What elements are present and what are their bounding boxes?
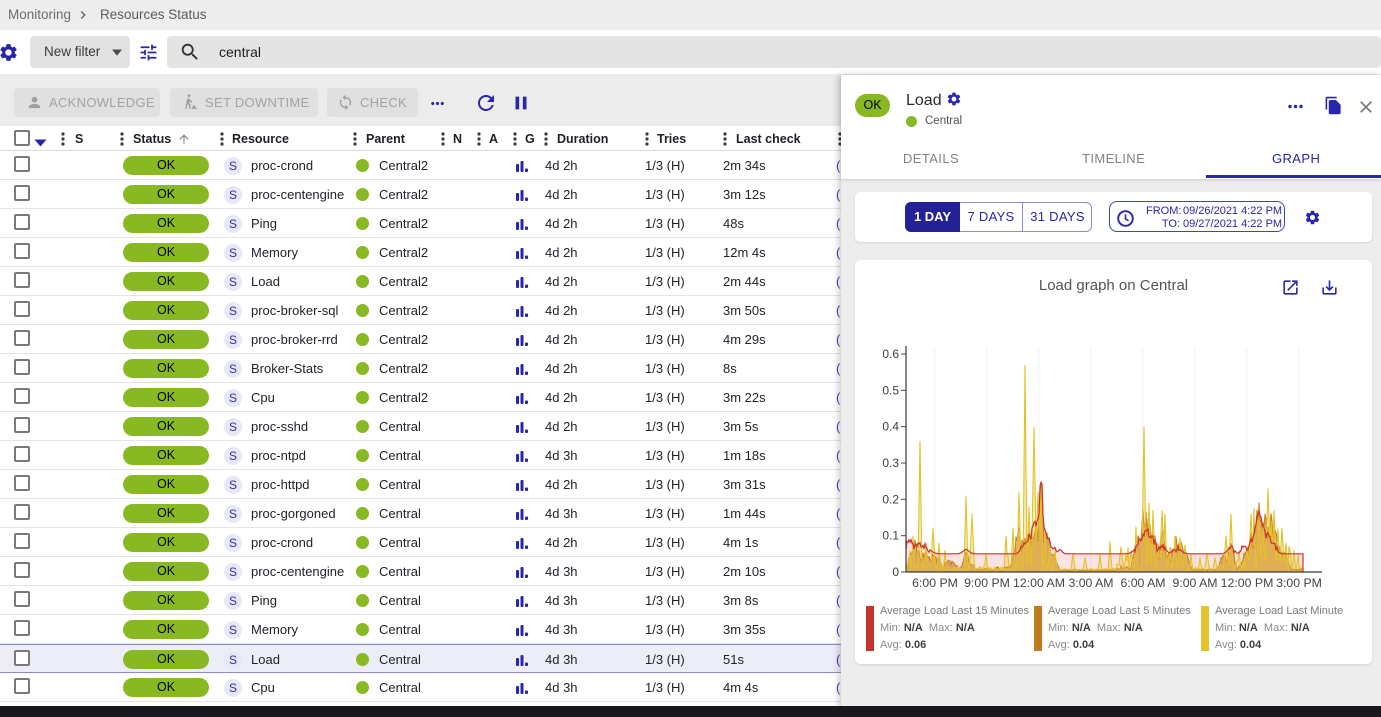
svg-text:3:00 AM: 3:00 AM: [1068, 576, 1113, 590]
svg-text:0.6: 0.6: [882, 347, 899, 361]
svg-text:0.1: 0.1: [882, 529, 899, 543]
svg-text:0.5: 0.5: [882, 383, 899, 397]
svg-text:9:00 AM: 9:00 AM: [1172, 576, 1217, 590]
svg-text:0.2: 0.2: [882, 492, 899, 506]
svg-text:9:00 PM: 9:00 PM: [964, 576, 1010, 590]
svg-text:12:00 AM: 12:00 AM: [1013, 576, 1065, 590]
svg-text:0: 0: [892, 565, 899, 579]
svg-text:6:00 AM: 6:00 AM: [1120, 576, 1165, 590]
svg-text:3:00 PM: 3:00 PM: [1276, 576, 1322, 590]
svg-text:0.3: 0.3: [882, 456, 899, 470]
svg-text:0.4: 0.4: [882, 420, 899, 434]
svg-text:12:00 PM: 12:00 PM: [1221, 576, 1274, 590]
svg-text:6:00 PM: 6:00 PM: [912, 576, 958, 590]
